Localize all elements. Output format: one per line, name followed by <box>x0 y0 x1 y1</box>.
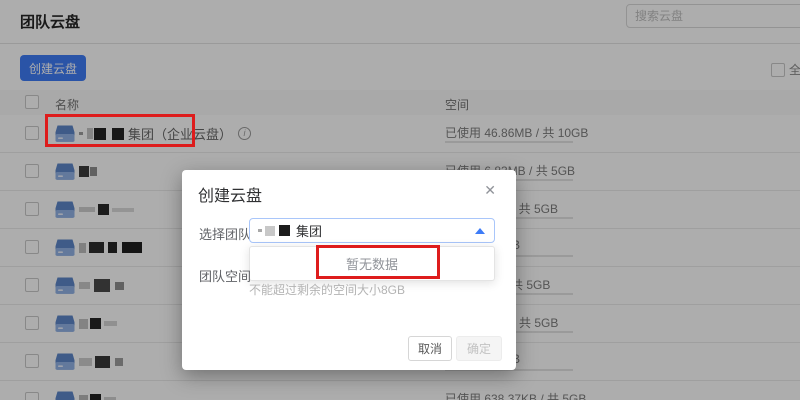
team-select-value: 集团 <box>296 224 323 239</box>
annotation-box-row-name <box>45 114 195 147</box>
annotation-box-no-data <box>316 245 440 279</box>
team-select[interactable]: 集团 <box>249 218 495 243</box>
modal-title: 创建云盘 <box>198 188 263 205</box>
chevron-up-icon <box>475 228 485 234</box>
redacted-text-block <box>265 225 275 236</box>
close-icon[interactable]: ✕ <box>478 181 502 200</box>
team-cloud-drive-page: 团队云盘 创建云盘 全选 名称 空间 集团（企业云盘）i已使用 46.86MB … <box>0 0 800 400</box>
cancel-button[interactable]: 取消 <box>408 336 452 361</box>
redacted-text-block <box>258 229 262 232</box>
team-select-label: 选择团队 <box>199 227 252 242</box>
team-space-label: 团队空间 <box>199 269 252 284</box>
redacted-text-block <box>279 225 290 236</box>
space-hint-text: 不能超过剩余的空间大小8GB <box>249 283 406 297</box>
confirm-button[interactable]: 确定 <box>456 336 502 361</box>
redacted-team-name <box>258 225 293 236</box>
